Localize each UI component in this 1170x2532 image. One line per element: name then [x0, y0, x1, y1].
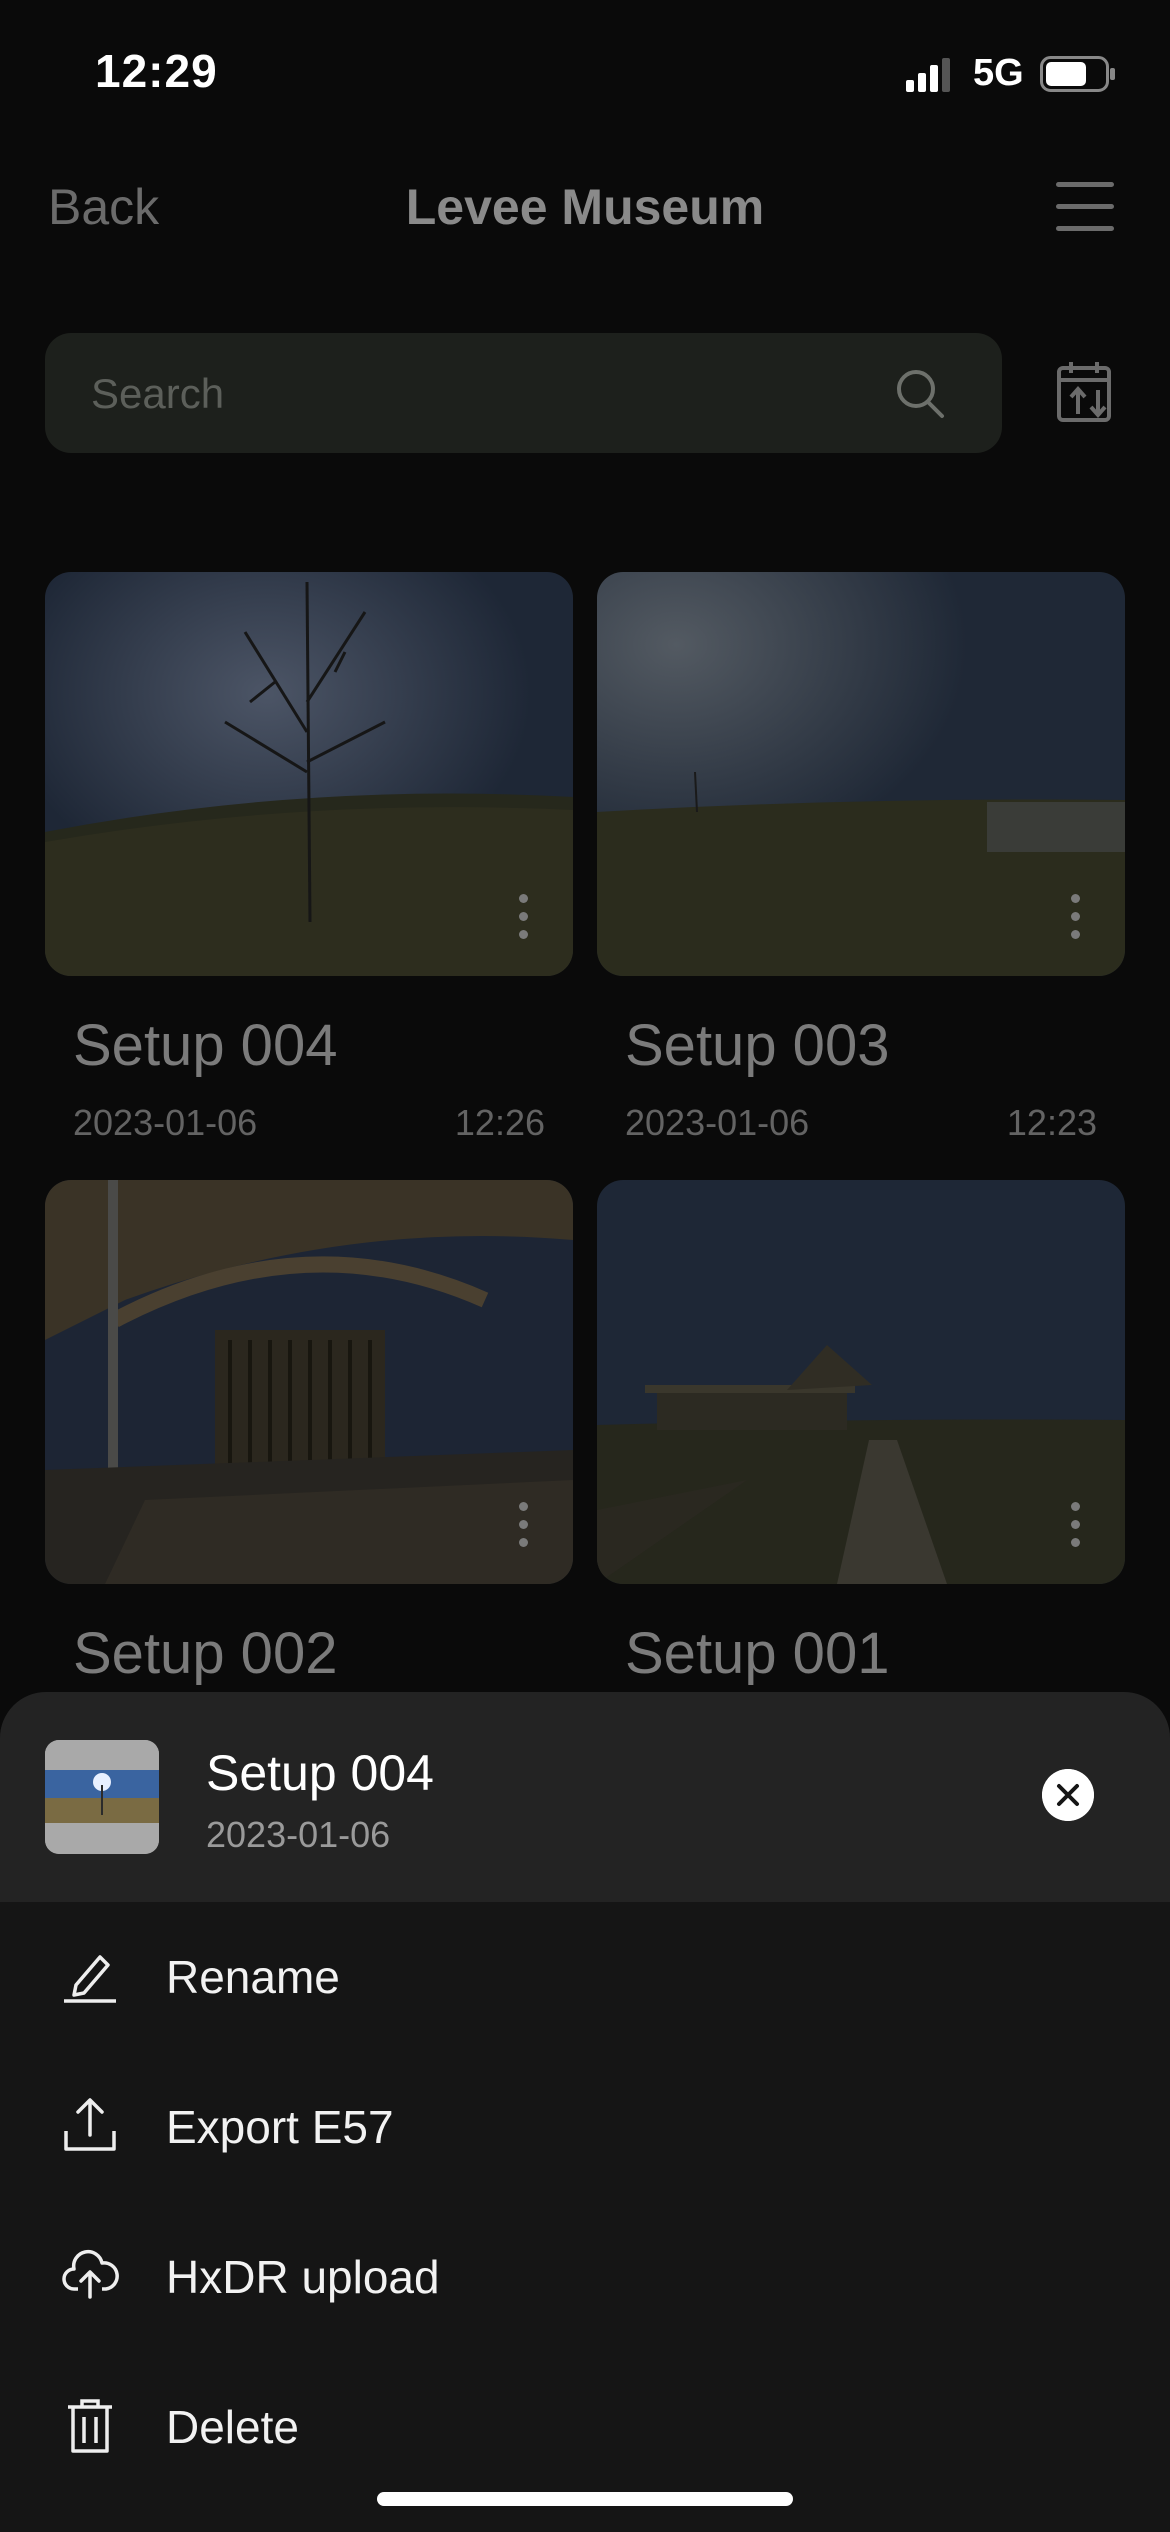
delete-button[interactable]: Delete: [0, 2362, 1170, 2492]
calendar-sort-icon[interactable]: [1056, 360, 1116, 424]
pencil-icon: [64, 1955, 116, 2003]
setup-date: 2023-01-06: [73, 1102, 258, 1143]
trash-icon: [68, 2399, 112, 2453]
status-time: 12:29: [95, 45, 218, 97]
close-icon[interactable]: [1042, 1769, 1094, 1821]
setup-date: 2023-01-06: [625, 1102, 810, 1143]
delete-label: Delete: [166, 2401, 299, 2453]
rename-label: Rename: [166, 1951, 340, 2003]
network-type: 5G: [973, 52, 1024, 94]
search-field[interactable]: Search: [45, 333, 1002, 453]
setup-time: 12:23: [1006, 1102, 1097, 1143]
hamburger-menu-icon[interactable]: [1056, 182, 1114, 232]
setup-card[interactable]: Setup 003 2023-01-06 12:23: [597, 572, 1125, 1143]
setup-card[interactable]: Setup 001: [597, 1180, 1125, 1686]
status-bar: 12:29 5G: [0, 0, 1170, 140]
search-input[interactable]: Search: [91, 370, 224, 418]
battery-icon: [1040, 56, 1115, 92]
export-e57-button[interactable]: Export E57: [0, 2062, 1170, 2192]
cloud-upload-icon: [62, 2250, 119, 2299]
setup-thumbnail[interactable]: [597, 572, 1125, 976]
selected-setup-thumbnail: [45, 1740, 159, 1854]
hxdr-upload-label: HxDR upload: [166, 2251, 440, 2303]
page-title: Levee Museum: [405, 179, 765, 235]
setup-card[interactable]: Setup 002: [45, 1180, 573, 1686]
setup-thumbnail[interactable]: [45, 572, 573, 976]
more-options-icon[interactable]: [519, 1502, 531, 1548]
setup-thumbnail[interactable]: [45, 1180, 573, 1584]
more-options-icon[interactable]: [1071, 894, 1083, 940]
selected-setup-name: Setup 004: [206, 1745, 434, 1801]
setup-name: Setup 001: [625, 1621, 890, 1686]
upload-icon: [64, 2098, 116, 2151]
more-options-icon[interactable]: [1071, 1502, 1083, 1548]
setup-time: 12:26: [454, 1102, 545, 1143]
action-sheet-header: Setup 004 2023-01-06: [0, 1692, 1170, 1902]
rename-button[interactable]: Rename: [0, 1912, 1170, 2042]
setup-thumbnail[interactable]: [597, 1180, 1125, 1584]
action-sheet: Setup 004 2023-01-06 Rename Export E57 H…: [0, 1692, 1170, 2532]
setup-name: Setup 002: [73, 1621, 338, 1686]
export-e57-label: Export E57: [166, 2101, 394, 2153]
search-icon[interactable]: [894, 367, 946, 419]
setup-card[interactable]: Setup 004 2023-01-06 12:26: [45, 572, 573, 1143]
back-button[interactable]: Back: [48, 178, 159, 236]
home-indicator: [377, 2492, 793, 2506]
setup-name: Setup 003: [625, 1013, 890, 1078]
setup-name: Setup 004: [73, 1013, 338, 1078]
signal-icon: [906, 58, 950, 92]
hxdr-upload-button[interactable]: HxDR upload: [0, 2212, 1170, 2342]
more-options-icon[interactable]: [519, 894, 531, 940]
selected-setup-date: 2023-01-06: [206, 1814, 391, 1855]
